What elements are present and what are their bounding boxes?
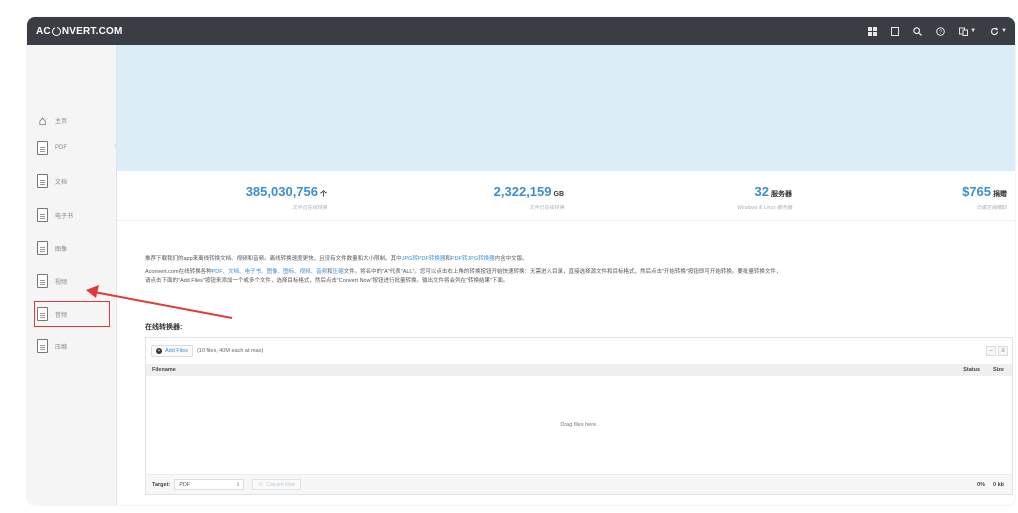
site-logo[interactable]: AC NVERT.COM [36,24,123,37]
sidebar-item-label: 压缩 [55,344,68,351]
stat-value: 32 [754,184,769,199]
video-icon [37,274,48,288]
convert-now-button[interactable]: ⊙ Convert Now [252,479,302,490]
image-icon [37,241,48,255]
pdf-to-jpg-link[interactable]: PDF转JPG转换器 [451,256,495,262]
toolbar-icons: ? ▼ ▼ [854,17,1007,45]
sidebar-item-video[interactable]: 视频 [37,271,107,291]
stat-donations: $765 捐赠 仍需还捐赠$5 [807,183,1007,211]
audio-icon [37,307,48,321]
stat-data-converted: 2,322,159 GB 文件已在线转换 [364,183,564,211]
stat-value: 385,030,756 [245,184,318,199]
sidebar-item-home[interactable]: ⌂ 主页 [37,110,107,130]
view-controls: – ≡ [984,346,1008,356]
sidebar-item-pdf[interactable]: PDF [37,138,107,158]
refresh-icon[interactable]: ▼ [990,27,1007,36]
stat-files-converted: 385,030,756 个 文件已在线转换 [127,183,327,211]
target-value: PDF [179,481,191,488]
archive-link[interactable]: 压缩 [333,269,344,275]
column-status: Status [963,367,980,373]
text-span: 推荐下载我们的app来离线转换文档、视频和音频。离线转换速度更快，且没有文件数量… [145,256,402,262]
help-icon[interactable]: ? [936,26,945,36]
logo-text-right: NVERT.COM [61,25,123,37]
stat-unit: GB [553,191,565,198]
archive-icon [37,339,48,353]
stat-value: 2,322,159 [493,184,552,199]
converter-toolbar: + Add Files (10 files, 40M each at max) … [146,338,1012,364]
sidebar-item-label: 音频 [55,312,68,319]
sidebar-item-label: 文档 [55,179,68,186]
converter-title: 在线转换器: [145,324,183,331]
target-format-select[interactable]: PDF ⇕ [174,479,245,490]
file-table-header: Filename Status Size [146,364,1012,376]
ebook-icon [37,208,48,222]
add-files-button[interactable]: + Add Files [151,345,193,357]
converter-footer: Target: PDF ⇕ ⊙ Convert Now 0% 0 kb [146,474,1012,494]
home-icon: ⌂ [38,112,47,128]
stat-value: $765 [962,184,991,199]
text-span: Aconvert.com在线转换各种 [145,269,212,275]
intro-text: 推荐下载我们的app来离线转换文档、视频和音频。离线转换速度更快，且没有文件数量… [145,255,1005,290]
language-icon[interactable]: ▼ [959,27,976,36]
drop-zone-text: Drag files here. [560,422,598,428]
stat-unit: 个 [320,191,327,198]
sidebar-item-label: 主页 [55,118,68,125]
stat-servers: 32 服务器 Windows & Linux 服务器 [592,183,792,211]
sidebar-item-label: PDF [55,145,67,151]
plus-icon: + [156,348,162,354]
search-icon[interactable] [913,26,923,36]
text-span: 请点击下面的"Add Files"按钮来添加一个或多个文件，选择目标格式，然后点… [145,278,509,284]
grid-icon[interactable] [868,26,878,36]
sidebar-item-label: 视频 [55,279,68,286]
power-logo-icon [51,24,61,36]
file-limit-text: (10 files, 40M each at max) [196,348,264,354]
sidebar-item-image[interactable]: 图像 [37,238,107,258]
total-progress: 0% [977,481,985,488]
jpg-to-pdf-link[interactable]: JPG转PDF转换器 [402,256,446,262]
target-label: Target: [152,481,171,488]
stat-caption: 文件已在线转换 [528,205,564,211]
stat-caption: Windows & Linux 服务器 [737,205,792,211]
file-drop-zone[interactable]: Drag files here. [146,376,1012,474]
svg-text:?: ? [939,29,942,35]
footer-summary: 0% 0 kb [969,482,1004,488]
sidebar-item-archive[interactable]: 压缩 [37,336,107,356]
sidebar: ⌂ 主页 PDF 文档 电子书 图像 视频 音频 压缩 ‹ [27,45,117,505]
column-filename: Filename [152,367,176,373]
text-span: 内含中文版。 [494,256,528,262]
sidebar-item-ebook[interactable]: 电子书 [37,205,107,225]
stats-bar: 385,030,756 个 文件已在线转换 2,322,159 GB 文件已在线转换… [117,171,1015,221]
minus-icon[interactable]: – [986,346,996,356]
app-window: AC NVERT.COM ? ▼ ▼ ⌂ 主页 PDF 文档 电子书 图像 视频… [27,17,1015,505]
stat-unit: 捐赠 [993,191,1007,198]
top-bar: AC NVERT.COM ? ▼ ▼ [27,17,1015,45]
top-banner [117,45,1015,171]
select-arrow-icon: ⇕ [236,481,241,488]
convert-icon: ⊙ [258,482,264,488]
column-size: Size [992,367,1004,373]
sidebar-item-label: 图像 [55,246,68,253]
text-span: 文件。将名中的"A"代表"ALL"。您可以点击右上角的转换按钮开始快速转换：无需… [343,269,782,275]
intro-paragraph-2: Aconvert.com在线转换各种PDF、文档、电子书、图像、图标、视频、音频… [145,268,1005,286]
add-files-label: Add Files [165,348,188,354]
stat-caption: 文件已在线转换 [291,205,327,211]
pdf-icon [37,141,48,155]
convert-now-label: Convert Now [266,481,296,488]
sidebar-item-document[interactable]: 文档 [37,171,107,191]
sidebar-item-label: 电子书 [55,213,74,220]
logo-text-left: AC [36,25,51,37]
list-view-icon[interactable]: ≡ [998,346,1008,356]
document-icon [37,174,48,188]
converter-panel: + Add Files (10 files, 40M each at max) … [145,337,1013,495]
total-size: 0 kb [992,481,1004,488]
square-icon[interactable] [891,26,900,36]
stat-unit: 服务器 [771,191,792,198]
stat-caption: 仍需还捐赠$5 [976,205,1007,211]
format-links[interactable]: PDF、文档、电子书、图像、图标、视频、音频 [212,269,328,275]
intro-paragraph-1: 推荐下载我们的app来离线转换文档、视频和音频。离线转换速度更快，且没有文件数量… [145,255,1005,264]
sidebar-item-audio[interactable]: 音频 [34,301,110,327]
